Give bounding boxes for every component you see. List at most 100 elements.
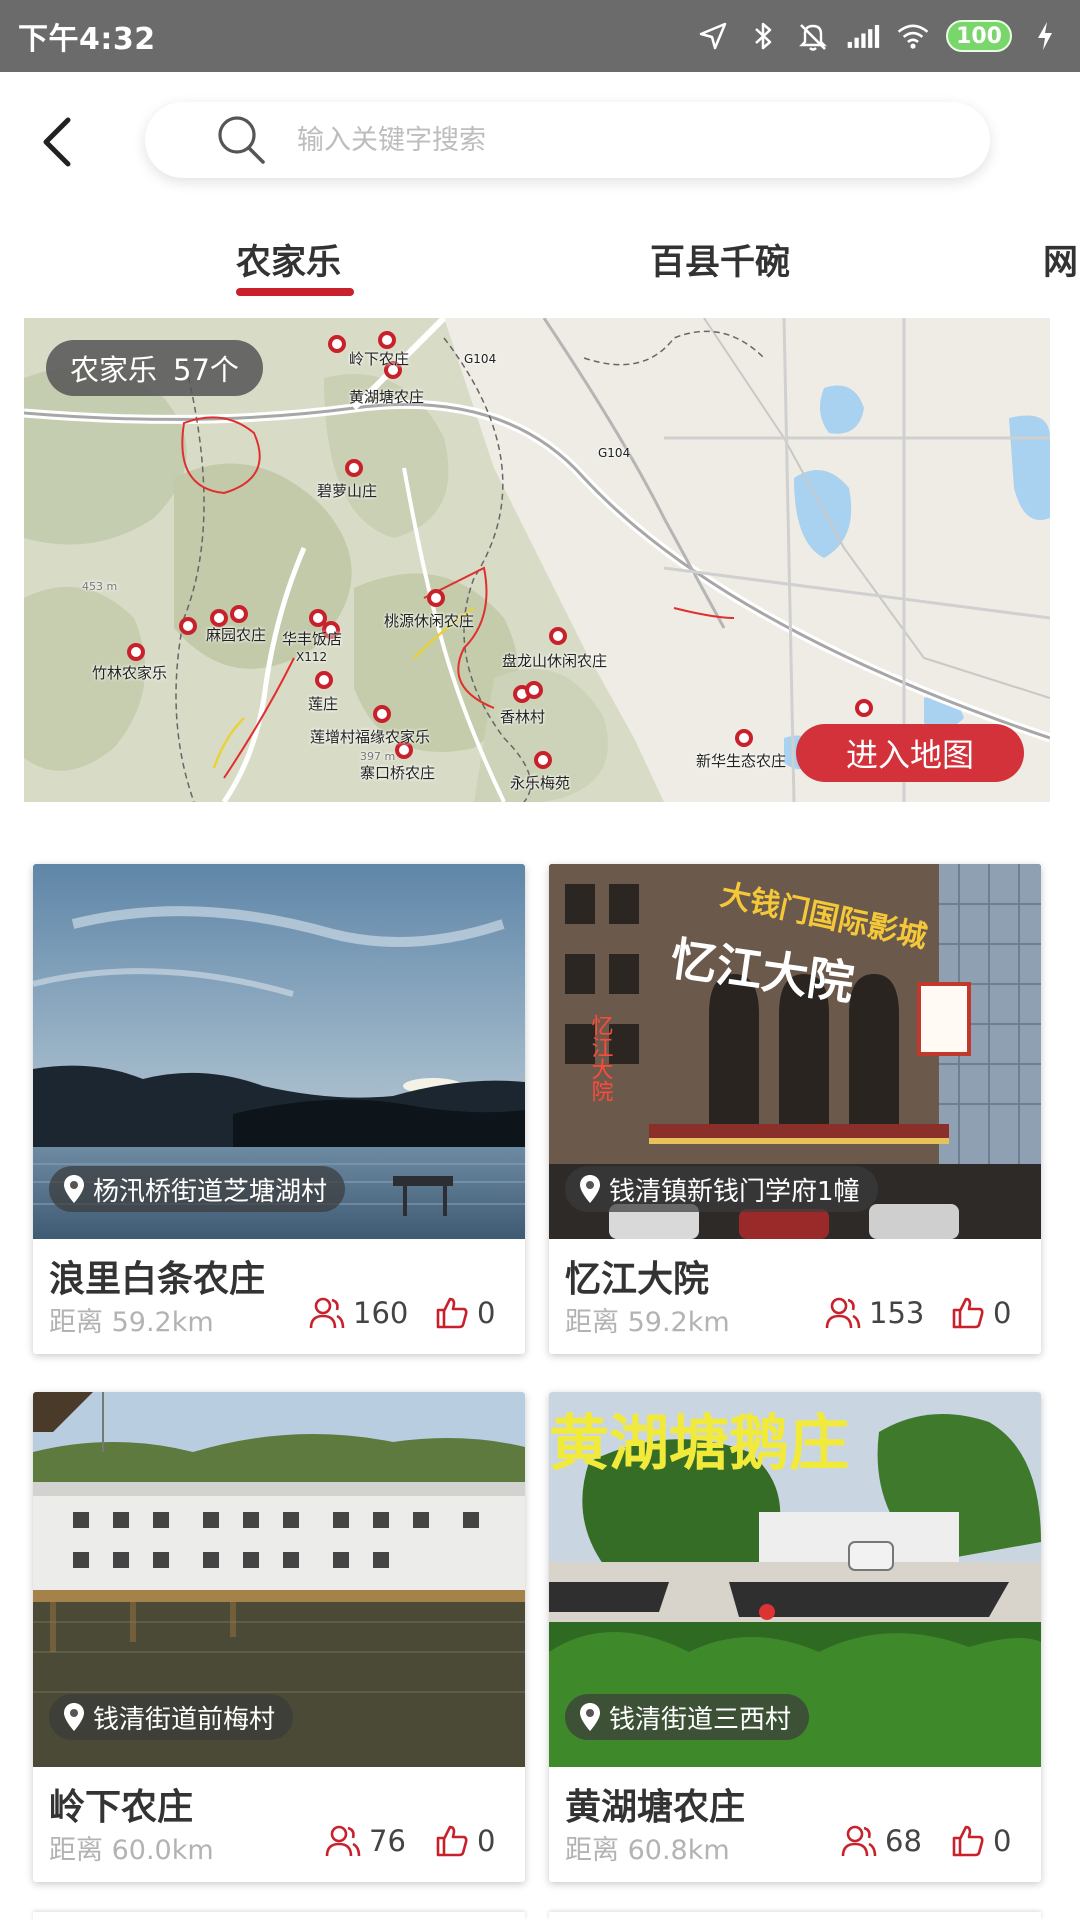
- farm-card[interactable]: 杨汛桥街道芝塘湖村 浪里白条农庄 距离 59.2km 160 0: [33, 864, 525, 1354]
- pin-icon: [580, 1175, 600, 1203]
- farm-photo: 黄湖塘鹅庄 钱清街道三西村: [549, 1392, 1041, 1767]
- map-place-label: 麻园农庄: [206, 626, 267, 644]
- charging-icon: [1028, 19, 1062, 53]
- location-icon: [696, 19, 730, 53]
- location-pill: 钱清街道三西村: [565, 1694, 810, 1740]
- people-icon: [325, 1825, 361, 1857]
- farm-photo: 杨汛桥街道芝塘湖村: [33, 864, 525, 1239]
- search-icon: [211, 110, 271, 170]
- farm-name: 忆江大院: [565, 1259, 710, 1300]
- photo-sign-side: 忆江大院: [589, 1014, 614, 1102]
- search-input[interactable]: [297, 124, 897, 156]
- location-text: 钱清街道前梅村: [93, 1704, 276, 1735]
- tab-baixianqianwan[interactable]: 百县千碗: [650, 234, 790, 285]
- thumbs-up-icon: [436, 1297, 468, 1329]
- farm-card[interactable]: 黄湖塘鹅庄 钱清街道三西村 黄湖塘农庄 距离 60.8km 68 0: [549, 1392, 1041, 1882]
- bluetooth-icon: [746, 19, 780, 53]
- map-place-label: 香林村: [500, 708, 546, 726]
- map-place-label: 碧萝山庄: [317, 482, 378, 500]
- status-icons: 100: [696, 19, 1062, 53]
- location-text: 钱清街道三西村: [609, 1704, 792, 1735]
- farm-photo: 钱清街道前梅村: [33, 1392, 525, 1767]
- map-place-label: 桃源休闲农庄: [384, 612, 475, 630]
- status-bar: 下午4:32 100: [0, 0, 1080, 72]
- next-card-peek: [549, 1912, 1041, 1920]
- map-place-label: 黄湖塘农庄: [349, 388, 425, 406]
- farm-name: 浪里白条农庄: [49, 1259, 266, 1300]
- enter-map-button[interactable]: 进入地图: [796, 724, 1024, 782]
- back-icon: [43, 117, 71, 167]
- signal-icon: [846, 19, 880, 53]
- visitor-count: 68: [841, 1824, 922, 1858]
- battery-icon: 100: [946, 20, 1012, 52]
- farm-card[interactable]: 钱清街道前梅村 岭下农庄 距离 60.0km 76 0: [33, 1392, 525, 1882]
- visitor-count-value: 76: [369, 1824, 406, 1858]
- visitor-count-value: 153: [869, 1296, 925, 1330]
- visitor-count: 160: [309, 1296, 408, 1330]
- map-preview[interactable]: 岭下农庄 黄湖塘农庄 碧萝山庄 麻园农庄 华丰饭店 竹林农家乐 莲庄 桃源休闲农…: [24, 318, 1050, 802]
- map-count-value: 57个: [173, 353, 239, 387]
- thumbs-up-icon: [952, 1825, 984, 1857]
- map-place-label: 莲庄: [308, 695, 339, 713]
- location-pill: 钱清街道前梅村: [49, 1694, 294, 1740]
- next-card-peek: [33, 1912, 525, 1920]
- map-elevation-label: 453 m: [82, 580, 118, 593]
- thumbs-up-icon: [436, 1825, 468, 1857]
- tab-third[interactable]: 网: [1043, 234, 1078, 285]
- tab-nongjiale[interactable]: 农家乐: [236, 234, 341, 285]
- people-icon: [309, 1297, 345, 1329]
- status-time: 下午4:32: [18, 22, 156, 57]
- pin-icon: [64, 1703, 84, 1731]
- battery-level: 100: [946, 20, 1012, 52]
- farm-distance: 距离 59.2km: [565, 1307, 730, 1338]
- active-tab-indicator: [236, 288, 354, 296]
- pin-icon: [580, 1703, 600, 1731]
- map-place-label: 新华生态农庄: [696, 752, 787, 770]
- like-button[interactable]: 0: [435, 1824, 495, 1858]
- farm-name: 黄湖塘农庄: [565, 1787, 746, 1828]
- header: [0, 72, 1080, 212]
- visitor-count-value: 160: [353, 1296, 409, 1330]
- location-pill: 钱清镇新钱门学府1幢: [565, 1166, 878, 1212]
- location-text: 钱清镇新钱门学府1幢: [609, 1176, 860, 1207]
- map-road-label: G104: [464, 352, 497, 366]
- map-place-label: 竹林农家乐: [92, 664, 168, 682]
- category-tabs: 农家乐 百县千碗 网: [0, 222, 1080, 302]
- map-place-label: 永乐梅苑: [510, 774, 571, 792]
- like-button[interactable]: 0: [435, 1296, 495, 1330]
- visitor-count: 76: [325, 1824, 406, 1858]
- like-button[interactable]: 0: [951, 1296, 1011, 1330]
- map-elevation-label: 397 m: [360, 750, 396, 763]
- farm-distance: 距离 60.8km: [565, 1835, 730, 1866]
- location-text: 杨汛桥街道芝塘湖村: [93, 1176, 328, 1207]
- pin-icon: [64, 1175, 84, 1203]
- back-button[interactable]: [28, 108, 84, 176]
- map-road-label: G104: [598, 446, 631, 460]
- like-count: 0: [993, 1296, 1012, 1330]
- map-place-label: 寨口桥农庄: [360, 764, 436, 782]
- map-count-badge: 农家乐 57个: [46, 340, 263, 396]
- people-icon: [825, 1297, 861, 1329]
- farm-distance: 距离 60.0km: [49, 1835, 214, 1866]
- farm-distance: 距离 59.2km: [49, 1307, 214, 1338]
- search-bar[interactable]: [145, 102, 990, 178]
- map-place-label: 盘龙山休闲农庄: [502, 652, 608, 670]
- like-count: 0: [477, 1296, 496, 1330]
- like-count: 0: [993, 1824, 1012, 1858]
- like-count: 0: [477, 1824, 496, 1858]
- mute-icon: [796, 19, 830, 53]
- farm-name: 岭下农庄: [49, 1787, 194, 1828]
- map-place-label: 岭下农庄: [349, 350, 410, 368]
- map-place-label: 莲增村福缘农家乐: [310, 728, 431, 746]
- thumbs-up-icon: [952, 1297, 984, 1329]
- people-icon: [841, 1825, 877, 1857]
- farm-photo: 忆江大院 大钱门国际影城 忆江大院 钱清镇新钱门学府1幢: [549, 864, 1041, 1239]
- like-button[interactable]: 0: [951, 1824, 1011, 1858]
- farm-card[interactable]: 忆江大院 大钱门国际影城 忆江大院 钱清镇新钱门学府1幢 忆江大院 距离 59.…: [549, 864, 1041, 1354]
- location-pill: 杨汛桥街道芝塘湖村: [49, 1166, 346, 1212]
- visitor-count: 153: [825, 1296, 924, 1330]
- map-road-label: X112: [296, 650, 328, 664]
- map-place-label: 华丰饭店: [282, 630, 343, 648]
- photo-banner-text: 黄湖塘鹅庄: [549, 1410, 849, 1477]
- visitor-count-value: 68: [885, 1824, 922, 1858]
